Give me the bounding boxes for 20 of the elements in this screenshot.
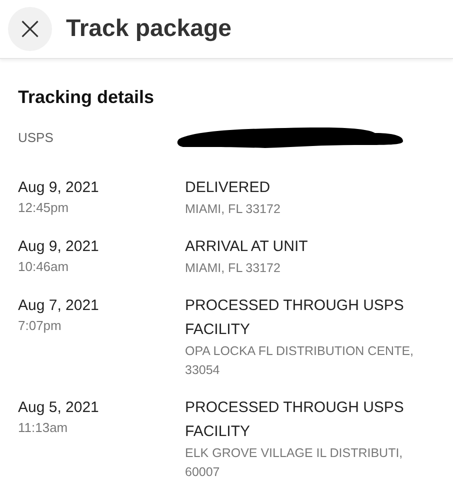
- event-date: Aug 7, 2021: [18, 296, 100, 316]
- event-time: 12:45pm: [18, 199, 70, 217]
- section-title: Tracking details: [18, 87, 156, 108]
- event-status: ARRIVAL AT UNIT: [185, 237, 309, 257]
- event-time: 11:13am: [18, 419, 69, 437]
- event-status: DELIVERED: [185, 178, 272, 198]
- event-status: PROCESSED THROUGH USPS FACILITY: [185, 296, 405, 340]
- event-time: 10:46am: [18, 258, 70, 276]
- event-date: Aug 5, 2021: [18, 398, 100, 418]
- event-location: ELK GROVE VILLAGE IL DISTRIBUTI, 60007: [185, 445, 404, 481]
- event-time: 7:07pm: [18, 317, 62, 335]
- event-location: MIAMI, FL 33172: [185, 260, 282, 277]
- event-location: MIAMI, FL 33172: [185, 201, 282, 218]
- event-status: PROCESSED THROUGH USPS FACILITY: [185, 398, 405, 442]
- page-title: Track package: [66, 15, 232, 43]
- event-date: Aug 9, 2021: [18, 237, 100, 257]
- carrier-name: USPS: [18, 130, 54, 144]
- event-date: Aug 9, 2021: [18, 178, 100, 198]
- event-location: OPA LOCKA FL DISTRIBUTION CENTE, 33054: [185, 343, 415, 379]
- close-button[interactable]: ×: [8, 7, 52, 51]
